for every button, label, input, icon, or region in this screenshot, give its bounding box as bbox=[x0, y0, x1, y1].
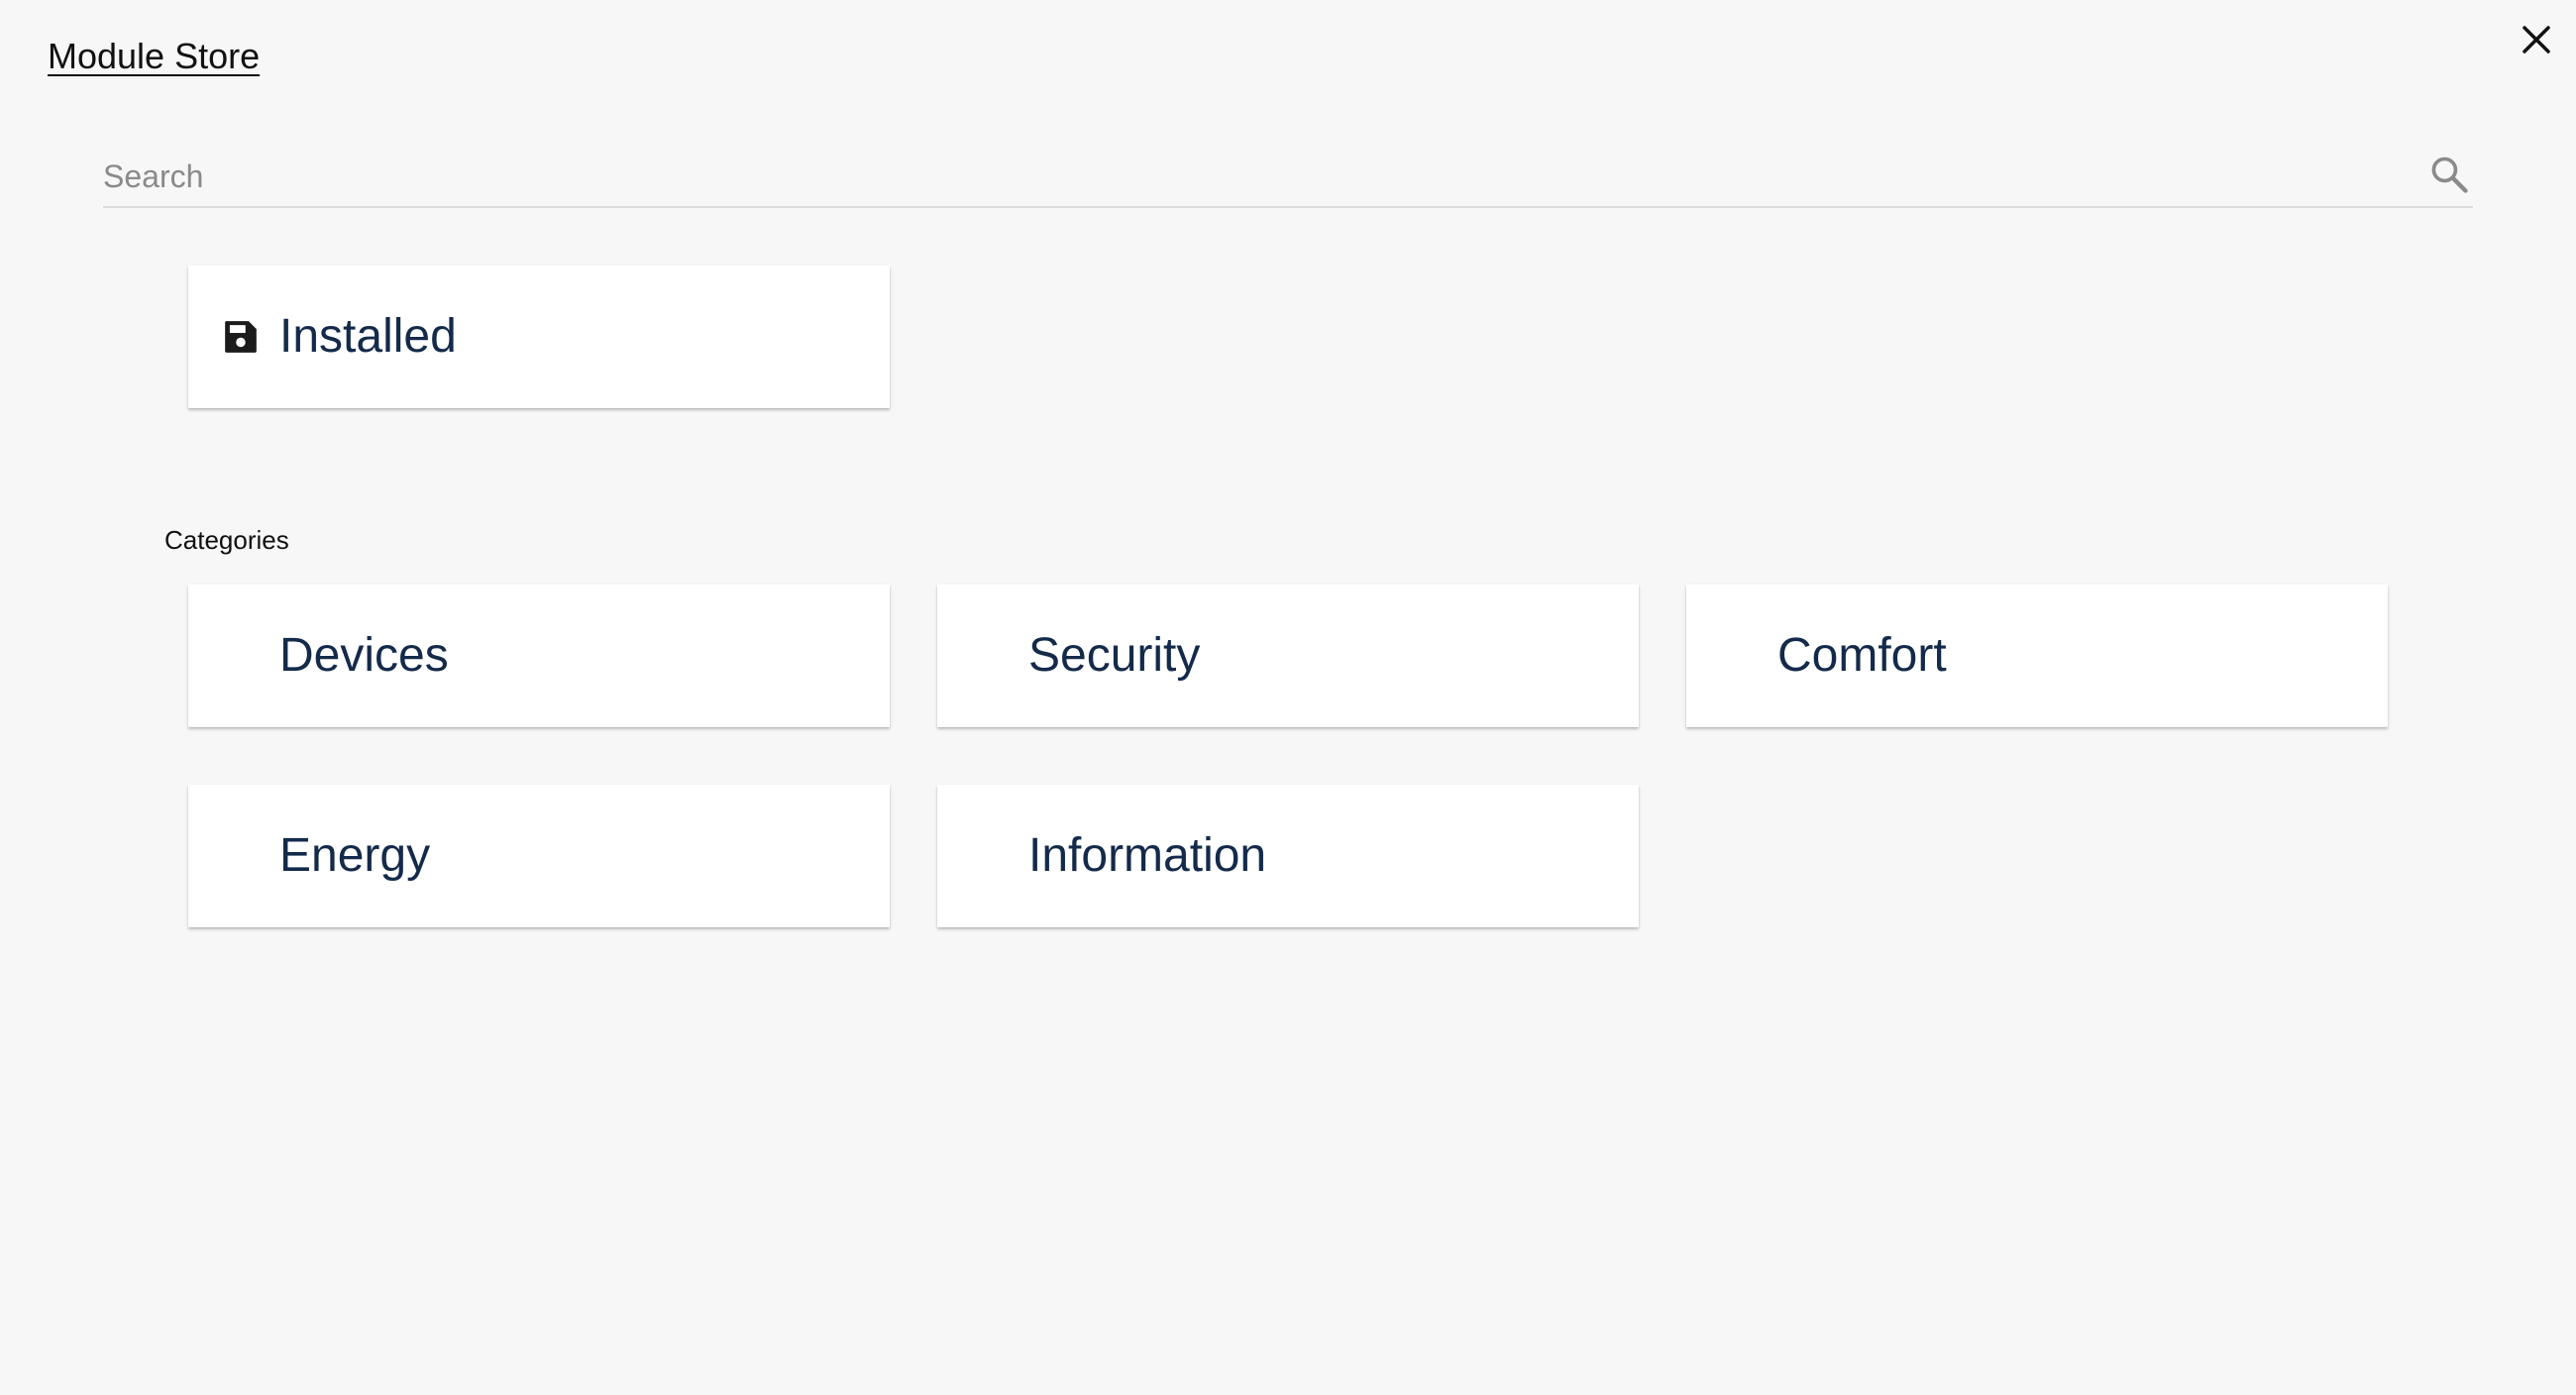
module-store-page: Module Store Installed Categories Device… bbox=[0, 0, 2576, 1395]
search-bar bbox=[103, 149, 2473, 208]
category-label: Devices bbox=[279, 629, 449, 682]
category-label: Security bbox=[1028, 629, 1201, 682]
close-button[interactable] bbox=[2517, 20, 2556, 59]
category-card-energy[interactable]: Energy bbox=[188, 785, 890, 927]
search-button[interactable] bbox=[2427, 153, 2471, 196]
save-icon bbox=[225, 321, 257, 353]
category-label: Comfort bbox=[1777, 629, 1947, 682]
installed-card[interactable]: Installed bbox=[188, 266, 890, 408]
category-card-devices[interactable]: Devices bbox=[188, 585, 890, 727]
category-label: Information bbox=[1028, 829, 1267, 882]
categories-heading: Categories bbox=[164, 525, 289, 555]
category-card-information[interactable]: Information bbox=[937, 785, 1639, 927]
category-card-security[interactable]: Security bbox=[937, 585, 1639, 727]
category-label: Energy bbox=[279, 829, 431, 882]
category-card-comfort[interactable]: Comfort bbox=[1686, 585, 2388, 727]
page-title-link[interactable]: Module Store bbox=[48, 36, 260, 77]
installed-label: Installed bbox=[279, 310, 457, 363]
close-icon bbox=[2522, 26, 2550, 54]
search-input[interactable] bbox=[103, 149, 2382, 204]
search-icon bbox=[2431, 157, 2468, 193]
